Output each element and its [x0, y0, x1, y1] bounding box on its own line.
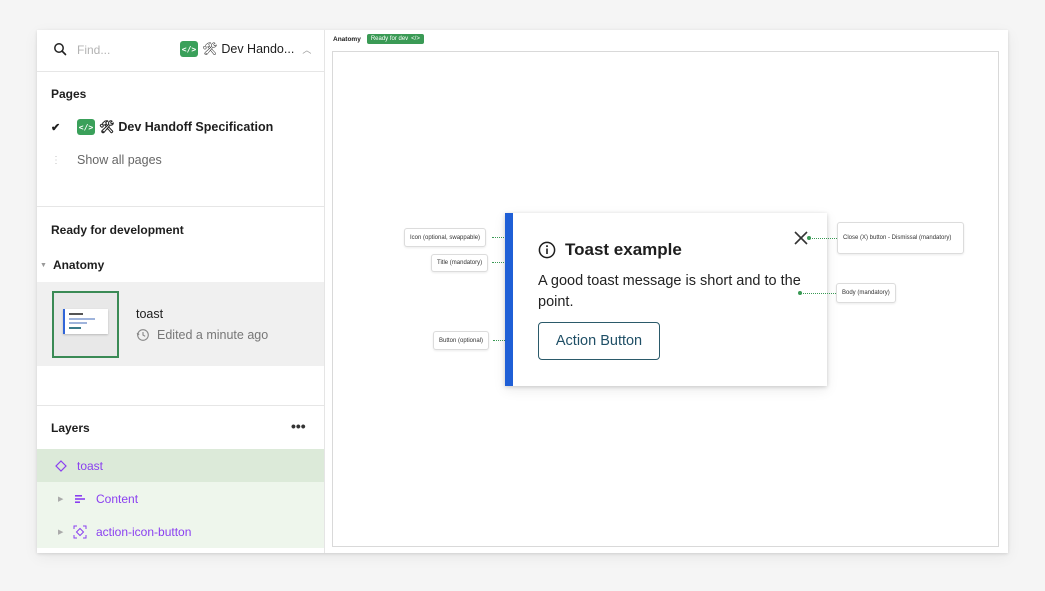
- divider: [37, 405, 324, 406]
- auto-layout-icon: [72, 491, 88, 507]
- ready-for-dev-heading: Ready for development: [51, 223, 184, 237]
- file-name-label: 🛠 Dev Hando...: [202, 41, 295, 56]
- action-button[interactable]: Action Button: [538, 322, 660, 360]
- section-label: Anatomy: [52, 258, 105, 272]
- thumb-line: [69, 322, 87, 324]
- ready-for-dev-badge[interactable]: Ready for dev </>: [366, 34, 424, 44]
- layer-item-content[interactable]: ▶ Content: [37, 482, 324, 515]
- thumb-line: [69, 313, 83, 315]
- badge-label: Ready for dev: [370, 36, 409, 42]
- annotation-label: Icon (optional, swappable): [410, 234, 481, 241]
- frame-name: toast: [136, 307, 164, 321]
- frame-thumbnail: [52, 291, 119, 358]
- file-switcher[interactable]: </> 🛠 Dev Hando... ︿: [180, 41, 311, 57]
- component-instance-icon: [53, 458, 69, 474]
- layer-item-action-icon-button[interactable]: ▶ action-icon-button: [37, 515, 324, 548]
- toast-title: Toast example: [538, 240, 682, 260]
- instance-frame-icon: [72, 524, 88, 540]
- toast-title-text: Toast example: [565, 240, 682, 259]
- connector-dot: [798, 291, 802, 295]
- sidebar-topbar: Find... </> 🛠 Dev Hando... ︿: [37, 30, 324, 72]
- connector-line: [800, 293, 836, 294]
- pages-heading: Pages: [51, 87, 87, 101]
- annotation-label: Title (mandatory): [437, 260, 483, 266]
- layer-label: action-icon-button: [96, 524, 192, 539]
- page-item-dev-handoff[interactable]: ✔ </> 🛠 Dev Handoff Specification: [51, 119, 273, 135]
- show-all-pages-button[interactable]: ⋮ Show all pages: [51, 153, 162, 167]
- caret-down-icon[interactable]: ▼: [40, 262, 47, 269]
- chevron-up-icon[interactable]: ︿: [302, 43, 311, 56]
- check-icon: ✔: [51, 121, 61, 134]
- toast-component[interactable]: Toast example A good toast message is sh…: [505, 213, 827, 386]
- layer-item-toast[interactable]: toast: [37, 449, 324, 482]
- design-canvas[interactable]: Anatomy Ready for dev </> Icon (optional…: [326, 30, 1008, 553]
- edited-label: Edited a minute ago: [157, 328, 269, 342]
- annotation-button: Button (optional): [433, 331, 490, 350]
- connector-dot: [807, 236, 811, 240]
- show-all-pages-label: Show all pages: [77, 153, 162, 167]
- more-options-icon[interactable]: •••: [291, 418, 306, 434]
- toast-body: A good toast message is short and to the…: [538, 273, 801, 310]
- annotation-title: Title (mandatory): [431, 254, 489, 272]
- annotation-label: Body (mandatory): [842, 290, 890, 296]
- figma-dev-mode-window: Find... </> 🛠 Dev Hando... ︿ Pages ✔ </>…: [37, 30, 1008, 553]
- annotation-close-button: Close (X) button - Dismissal (mandatory): [837, 222, 964, 254]
- code-icon: </>: [180, 41, 198, 57]
- caret-right-icon[interactable]: ▶: [58, 495, 72, 503]
- annotation-icon: Icon (optional, swappable): [404, 228, 487, 247]
- left-sidebar: Find... </> 🛠 Dev Hando... ︿ Pages ✔ </>…: [37, 30, 325, 553]
- section-anatomy[interactable]: ▼ Anatomy: [37, 258, 324, 272]
- annotation-label: Close (X) button - Dismissal (mandatory): [843, 235, 952, 241]
- caret-right-icon[interactable]: ▶: [58, 528, 72, 536]
- frame-title[interactable]: Anatomy: [333, 36, 361, 43]
- connector-line: [809, 238, 837, 239]
- thumb-line: [69, 327, 81, 329]
- info-icon: [538, 241, 556, 259]
- history-clock-icon: [136, 329, 149, 341]
- layer-label: Content: [96, 491, 139, 506]
- search-input[interactable]: Find...: [77, 43, 110, 57]
- frame-edited-status: Edited a minute ago: [136, 328, 268, 342]
- page-item-label: 🛠 Dev Handoff Specification: [99, 119, 274, 134]
- layer-label: toast: [77, 458, 104, 473]
- divider: [37, 206, 324, 207]
- annotation-body: Body (mandatory): [836, 283, 896, 303]
- search-icon[interactable]: [53, 42, 67, 56]
- frame-card-toast[interactable]: toast Edited a minute ago: [37, 282, 324, 366]
- layers-heading: Layers: [51, 421, 90, 435]
- code-icon: </>: [411, 36, 420, 42]
- annotation-label: Button (optional): [439, 337, 484, 344]
- thumb-line: [69, 318, 95, 320]
- frame-header: Anatomy Ready for dev </>: [333, 34, 424, 44]
- code-icon: </>: [77, 119, 95, 135]
- thumbnail-toast-preview: [63, 309, 108, 334]
- more-vertical-icon: ⋮: [51, 154, 61, 166]
- anatomy-frame[interactable]: Icon (optional, swappable) Title (mandat…: [332, 51, 999, 547]
